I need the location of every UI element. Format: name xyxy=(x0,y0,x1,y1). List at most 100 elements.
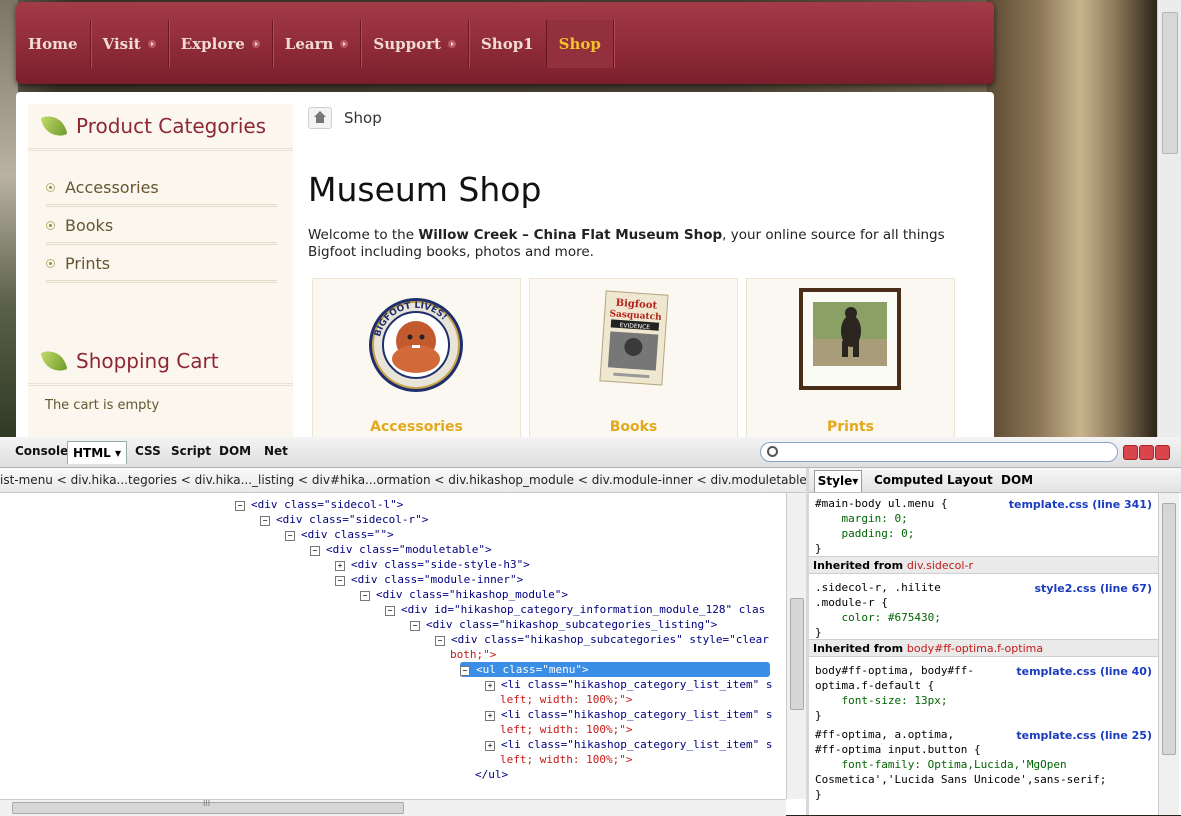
detach-icon[interactable] xyxy=(1139,445,1154,460)
expand-icon[interactable]: + xyxy=(485,681,495,691)
minimize-icon[interactable] xyxy=(1123,445,1138,460)
scrollbar-thumb[interactable] xyxy=(1162,503,1176,755)
nav-item-shop[interactable]: Shop xyxy=(546,20,614,68)
rule-source-link[interactable]: template.css (line 25) xyxy=(1016,729,1152,742)
tab-net[interactable]: Net xyxy=(264,444,288,458)
tree-node[interactable]: − <div class="hikashop_subcategories_list… xyxy=(410,617,717,632)
side-vertical-scrollbar[interactable] xyxy=(1158,493,1179,815)
nav-item-visit[interactable]: Visit xyxy=(91,20,169,68)
collapse-icon[interactable]: − xyxy=(235,501,245,511)
home-icon[interactable] xyxy=(308,107,332,129)
tree-node[interactable]: </ul> xyxy=(475,767,508,782)
collapse-icon[interactable]: − xyxy=(260,516,270,526)
tree-node[interactable]: left; width: 100%;"> xyxy=(500,722,632,737)
tree-node[interactable]: left; width: 100%;"> xyxy=(500,692,632,707)
tab-html[interactable]: HTML ▾ xyxy=(67,441,127,464)
collapse-icon[interactable]: − xyxy=(460,666,470,676)
tree-node-text: <div class="side-style-h3"> xyxy=(351,558,530,571)
bigfoot-print-image[interactable] xyxy=(747,279,954,409)
html-breadcrumbs[interactable]: ist-menu < div.hika...tegories < div.hik… xyxy=(0,468,806,493)
category-label[interactable]: Books xyxy=(65,216,113,235)
tab-dom-side[interactable]: DOM xyxy=(1001,473,1033,487)
tab-css[interactable]: CSS xyxy=(135,444,161,458)
collapse-icon[interactable]: − xyxy=(310,546,320,556)
tree-node[interactable]: − <div class="hikashop_module"> xyxy=(360,587,568,602)
inherited-label: Inherited from xyxy=(813,559,907,572)
category-item[interactable]: Books xyxy=(46,209,277,245)
tab-style[interactable]: Style▾ xyxy=(814,470,862,492)
tree-node[interactable]: + <li class="hikashop_category_list_item"… xyxy=(485,677,773,692)
scrollbar-thumb[interactable] xyxy=(790,598,804,710)
collapse-icon[interactable]: − xyxy=(285,531,295,541)
collapse-icon[interactable]: − xyxy=(385,606,395,616)
tree-vertical-scrollbar[interactable] xyxy=(786,493,807,799)
category-item[interactable]: Accessories xyxy=(46,171,277,207)
leaf-icon xyxy=(42,347,68,375)
nav-item-label: Explore xyxy=(180,35,245,53)
tree-node[interactable]: − <div class="module-inner"> xyxy=(335,572,523,587)
tree-node-text: <div id="hikashop_category_information_m… xyxy=(401,603,766,616)
rule-source-link[interactable]: template.css (line 40) xyxy=(1016,665,1152,678)
card-label[interactable]: Prints xyxy=(747,419,954,435)
browser-scrollbar[interactable] xyxy=(1157,0,1181,437)
rule-property[interactable]: margin: 0; xyxy=(815,511,907,526)
rule-property[interactable]: font-size: 13px; xyxy=(815,693,947,708)
card-books[interactable]: Bigfoot Sasquatch EVIDENCE Books xyxy=(529,278,738,437)
tree-node[interactable]: + <li class="hikashop_category_list_item"… xyxy=(485,737,773,752)
category-label[interactable]: Prints xyxy=(65,254,110,273)
tree-node[interactable]: − <div class="hikashop_subcategories" sty… xyxy=(435,632,769,647)
category-label[interactable]: Accessories xyxy=(65,178,159,197)
rule-property[interactable]: color: #675430; xyxy=(815,610,940,625)
rule-selector: .module-r { xyxy=(815,596,888,609)
nav-item-support[interactable]: Support xyxy=(361,20,469,68)
close-icon[interactable] xyxy=(1155,445,1170,460)
tree-node[interactable]: both;"> xyxy=(450,647,496,662)
nav-item-home[interactable]: Home xyxy=(16,20,91,68)
rule-property[interactable]: font-family: Optima,Lucida,'MgOpen xyxy=(815,757,1066,772)
inherited-element-link[interactable]: div.sidecol-r xyxy=(907,559,973,572)
tree-node[interactable]: + <div class="side-style-h3"> xyxy=(335,557,530,572)
search-input[interactable] xyxy=(760,442,1118,462)
card-accessories[interactable]: BIGFOOT LIVES! Accessories xyxy=(312,278,521,437)
nav-item-learn[interactable]: Learn xyxy=(273,20,362,68)
scrollbar-thumb[interactable] xyxy=(1162,12,1178,154)
tab-computed[interactable]: Computed xyxy=(874,473,943,487)
rule-property[interactable]: padding: 0; xyxy=(815,526,914,541)
rule-source-link[interactable]: template.css (line 341) xyxy=(1009,498,1152,511)
tree-node[interactable]: − <div class="sidecol-r"> xyxy=(260,512,428,527)
collapse-icon[interactable]: − xyxy=(335,576,345,586)
tree-node[interactable]: − <div class="sidecol-l"> xyxy=(235,497,403,512)
tree-node[interactable]: − <div class="moduletable"> xyxy=(310,542,492,557)
inherited-label: Inherited from xyxy=(813,642,907,655)
tab-console[interactable]: Console xyxy=(15,444,68,458)
rule-source-link[interactable]: style2.css (line 67) xyxy=(1034,582,1152,595)
scrollbar-thumb[interactable]: III xyxy=(12,799,404,814)
card-label[interactable]: Books xyxy=(530,419,737,435)
expand-icon[interactable]: + xyxy=(485,741,495,751)
tree-node[interactable]: left; width: 100%;"> xyxy=(500,752,632,767)
nav-item-explore[interactable]: Explore xyxy=(169,20,273,68)
tree-node[interactable]: − <div id="hikashop_category_information_… xyxy=(385,602,765,617)
tree-node[interactable]: − <div class=""> xyxy=(285,527,394,542)
expand-icon[interactable]: + xyxy=(485,711,495,721)
tab-html-label: HTML xyxy=(72,446,111,460)
collapse-icon[interactable]: − xyxy=(410,621,420,631)
categories-title: Product Categories xyxy=(76,114,267,138)
card-label[interactable]: Accessories xyxy=(313,419,520,435)
tree-node[interactable]: + <li class="hikashop_category_list_item"… xyxy=(485,707,773,722)
category-item[interactable]: Prints xyxy=(46,247,277,283)
inherited-element-link[interactable]: body#ff-optima.f-optima xyxy=(907,642,1043,655)
bigfoot-evidence-book-image[interactable]: Bigfoot Sasquatch EVIDENCE xyxy=(530,279,737,409)
tab-dom[interactable]: DOM xyxy=(219,444,251,458)
scroll-grip: III xyxy=(203,799,211,808)
nav-item-shop1[interactable]: Shop1 xyxy=(469,20,547,68)
bigfoot-lives-badge-image[interactable]: BIGFOOT LIVES! xyxy=(313,279,520,409)
selected-tree-node[interactable]: − <ul class="menu"> xyxy=(460,662,770,677)
collapse-icon[interactable]: − xyxy=(435,636,445,646)
tab-script[interactable]: Script xyxy=(171,444,211,458)
tree-horizontal-scrollbar[interactable]: III xyxy=(0,799,786,816)
expand-icon[interactable]: + xyxy=(335,561,345,571)
tab-layout[interactable]: Layout xyxy=(947,473,993,487)
collapse-icon[interactable]: − xyxy=(360,591,370,601)
card-prints[interactable]: Prints xyxy=(746,278,955,437)
